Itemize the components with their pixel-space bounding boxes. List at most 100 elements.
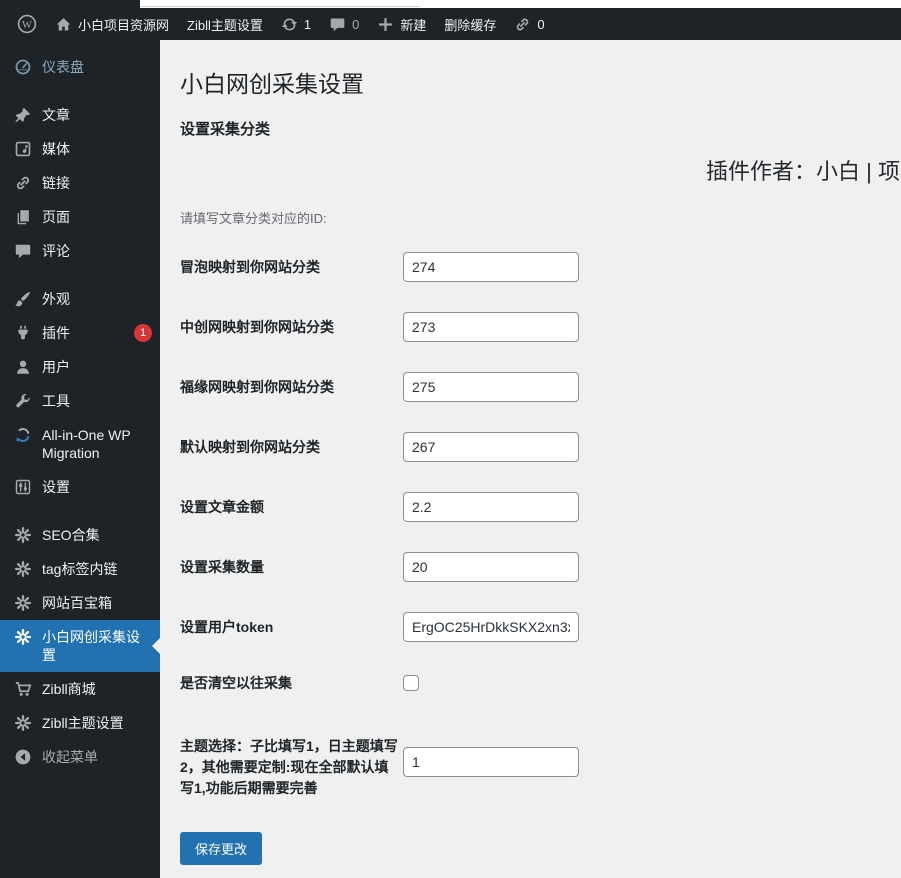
sidebar-item-label: 设置 xyxy=(42,479,70,495)
page-title: 小白网创采集设置 xyxy=(180,71,364,98)
settings-sliders-icon xyxy=(14,478,32,496)
sidebar-item-zibll-theme[interactable]: Zibll主题设置 xyxy=(0,706,160,740)
link-icon xyxy=(514,16,531,33)
top-strip-tab-line xyxy=(140,6,420,7)
form-row: 福缘网映射到你网站分类 xyxy=(180,372,901,402)
maopao-category-input[interactable] xyxy=(403,252,579,282)
menu-separator xyxy=(0,504,160,518)
collect-quantity-input[interactable] xyxy=(403,552,579,582)
top-strip xyxy=(0,0,901,8)
form-row: 设置用户token xyxy=(180,612,901,642)
sidebar-item-xiaobai-collect[interactable]: 小白网创采集设置 xyxy=(0,620,160,672)
sidebar-item-seo[interactable]: SEO合集 xyxy=(0,518,160,552)
admin-bar-theme-settings[interactable]: Zibll主题设置 xyxy=(178,8,272,40)
comments-bubble-icon xyxy=(14,242,32,260)
sidebar-item-tag-links[interactable]: tag标签内链 xyxy=(0,552,160,586)
sidebar-item-posts[interactable]: 文章 xyxy=(0,98,160,132)
sidebar-item-label: Zibll主题设置 xyxy=(42,715,124,731)
cart-icon xyxy=(14,680,32,698)
sidebar-item-label: 网站百宝箱 xyxy=(42,595,112,611)
form-row: 默认映射到你网站分类 xyxy=(180,432,901,462)
gear-icon xyxy=(14,714,32,732)
plugins-plug-icon xyxy=(14,324,32,342)
svg-text:W: W xyxy=(22,20,32,31)
plugin-author-banner: 插件作者：小白 | 项 xyxy=(706,159,900,184)
theme-select-input[interactable] xyxy=(403,747,579,777)
save-changes-button[interactable]: 保存更改 xyxy=(180,832,263,865)
sidebar-item-label: 小白网创采集设置 xyxy=(42,629,140,663)
sidebar-item-settings[interactable]: 设置 xyxy=(0,470,160,504)
admin-sidebar: 仪表盘 文章 媒体 链接 页面 评论 外观 插件 1 用户 工具 All-in-… xyxy=(0,40,160,878)
sidebar-item-label: tag标签内链 xyxy=(42,561,118,577)
article-price-input[interactable] xyxy=(403,492,579,522)
sidebar-item-tools[interactable]: 工具 xyxy=(0,384,160,418)
update-icon xyxy=(281,16,298,33)
wordpress-menu[interactable]: W xyxy=(8,8,46,40)
user-token-input[interactable] xyxy=(403,612,579,642)
sidebar-item-label: 用户 xyxy=(42,359,70,375)
section-title: 设置采集分类 xyxy=(180,121,271,139)
gear-icon xyxy=(14,628,32,646)
sidebar-item-label: All-in-One WP Migration xyxy=(42,427,131,461)
helper-text: 请填写文章分类对应的ID: xyxy=(180,211,327,226)
gear-icon xyxy=(14,526,32,544)
main-content: 小白网创采集设置 设置采集分类 插件作者：小白 | 项 请填写文章分类对应的ID… xyxy=(160,40,901,878)
sidebar-item-plugins[interactable]: 插件 1 xyxy=(0,316,160,350)
comment-count: 0 xyxy=(352,16,360,32)
field-label-price: 设置文章金额 xyxy=(180,499,264,515)
visit-site-link[interactable]: 小白项目资源网 xyxy=(46,8,178,40)
update-count: 1 xyxy=(303,16,312,32)
migration-refresh-icon xyxy=(14,426,32,444)
pages-icon xyxy=(14,208,32,226)
sidebar-item-comments[interactable]: 评论 xyxy=(0,234,160,268)
menu-separator xyxy=(0,84,160,98)
form-row: 是否清空以往采集 xyxy=(180,672,901,694)
field-label-theme-select: 主题选择：子比填写1，日主题填写2，其他需要定制:现在全部默认填写1,功能后期需… xyxy=(180,738,398,796)
sidebar-item-zibll-shop[interactable]: Zibll商城 xyxy=(0,672,160,706)
links-counter[interactable]: 0 xyxy=(505,8,553,40)
field-label-token: 设置用户token xyxy=(180,619,274,635)
new-label: 新建 xyxy=(400,17,427,33)
wordpress-logo-icon: W xyxy=(17,14,37,34)
updates-link[interactable]: 1 xyxy=(272,8,320,40)
sidebar-item-label: 插件 xyxy=(42,325,70,341)
clear-cache-button[interactable]: 删除缓存 xyxy=(435,8,505,40)
default-category-input[interactable] xyxy=(403,432,579,462)
sidebar-item-label: 链接 xyxy=(42,175,70,191)
menu-separator xyxy=(0,268,160,282)
clear-history-checkbox[interactable] xyxy=(403,675,419,691)
form-row: 中创网映射到你网站分类 xyxy=(180,312,901,342)
plus-icon xyxy=(377,16,394,33)
sidebar-item-pages[interactable]: 页面 xyxy=(0,200,160,234)
links-chain-icon xyxy=(14,174,32,192)
clear-cache-label: 删除缓存 xyxy=(444,17,497,33)
sidebar-item-dashboard[interactable]: 仪表盘 xyxy=(0,50,160,84)
sidebar-item-appearance[interactable]: 外观 xyxy=(0,282,160,316)
gear-icon xyxy=(14,560,32,578)
field-label-maopao: 冒泡映射到你网站分类 xyxy=(180,259,320,275)
sidebar-item-toolbox[interactable]: 网站百宝箱 xyxy=(0,586,160,620)
media-icon xyxy=(14,140,32,158)
theme-settings-label: Zibll主题设置 xyxy=(187,17,263,33)
admin-bar: W 小白项目资源网 Zibll主题设置 1 0 新建 删除缓存 0 xyxy=(0,8,901,40)
tools-wrench-icon xyxy=(14,392,32,410)
link-count: 0 xyxy=(537,16,545,32)
sidebar-item-label: 评论 xyxy=(42,243,70,259)
fuyuan-category-input[interactable] xyxy=(403,372,579,402)
gear-icon xyxy=(14,594,32,612)
sidebar-item-links[interactable]: 链接 xyxy=(0,166,160,200)
sidebar-item-ai1wm[interactable]: All-in-One WP Migration xyxy=(0,418,160,470)
new-content-menu[interactable]: 新建 xyxy=(368,8,435,40)
appearance-brush-icon xyxy=(14,290,32,308)
comments-link[interactable]: 0 xyxy=(320,8,368,40)
sidebar-item-label: 外观 xyxy=(42,291,70,307)
site-name: 小白项目资源网 xyxy=(78,17,170,33)
sidebar-item-label: 工具 xyxy=(42,393,70,409)
sidebar-item-collapse-menu[interactable]: 收起菜单 xyxy=(0,740,160,774)
sidebar-item-users[interactable]: 用户 xyxy=(0,350,160,384)
field-label-fuyuan: 福缘网映射到你网站分类 xyxy=(180,379,334,395)
comments-icon xyxy=(329,16,346,33)
sidebar-item-media[interactable]: 媒体 xyxy=(0,132,160,166)
zhongchuang-category-input[interactable] xyxy=(403,312,579,342)
field-label-clear-history: 是否清空以往采集 xyxy=(180,675,292,691)
